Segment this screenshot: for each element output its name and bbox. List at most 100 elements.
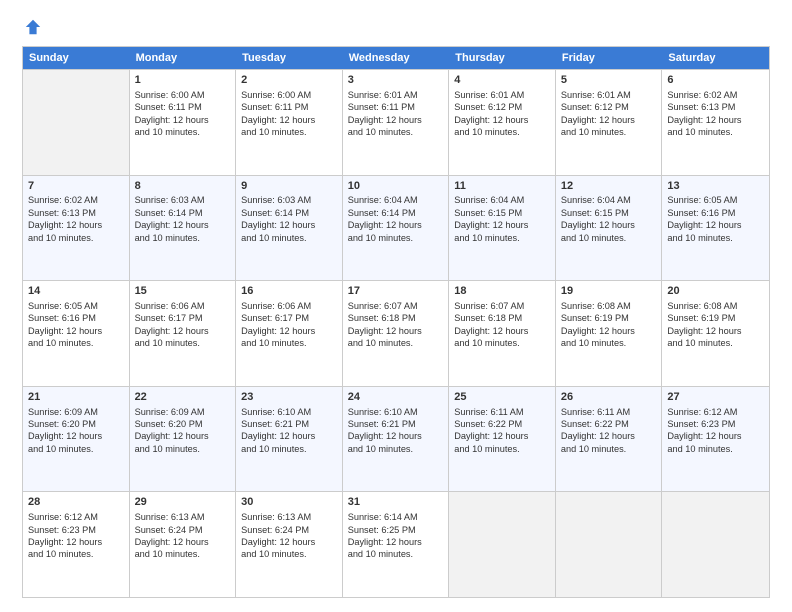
sunset-label: Sunset: 6:13 PM	[28, 208, 96, 218]
daylight-label: Daylight: 12 hours	[348, 220, 422, 230]
daylight-label: Daylight: 12 hours	[135, 115, 209, 125]
day-cell-21: 21 Sunrise: 6:09 AM Sunset: 6:20 PM Dayl…	[23, 387, 130, 492]
sunset-label: Sunset: 6:12 PM	[561, 102, 629, 112]
empty-cell	[23, 70, 130, 175]
daylight-minutes: and 10 minutes.	[241, 127, 306, 137]
sunset-label: Sunset: 6:21 PM	[241, 419, 309, 429]
daylight-minutes: and 10 minutes.	[135, 127, 200, 137]
sunrise-label: Sunrise: 6:04 AM	[348, 195, 418, 205]
daylight-minutes: and 10 minutes.	[28, 233, 93, 243]
day-cell-16: 16 Sunrise: 6:06 AM Sunset: 6:17 PM Dayl…	[236, 281, 343, 386]
day-number: 8	[135, 179, 231, 194]
sunset-label: Sunset: 6:22 PM	[454, 419, 522, 429]
day-number: 3	[348, 73, 444, 88]
day-number: 12	[561, 179, 657, 194]
sunrise-label: Sunrise: 6:14 AM	[348, 512, 418, 522]
sunset-label: Sunset: 6:20 PM	[135, 419, 203, 429]
day-number: 21	[28, 390, 124, 405]
day-cell-30: 30 Sunrise: 6:13 AM Sunset: 6:24 PM Dayl…	[236, 492, 343, 597]
daylight-label: Daylight: 12 hours	[561, 326, 635, 336]
day-number: 19	[561, 284, 657, 299]
calendar-row-1: 1 Sunrise: 6:00 AM Sunset: 6:11 PM Dayli…	[23, 69, 769, 175]
sunset-label: Sunset: 6:12 PM	[454, 102, 522, 112]
sunset-label: Sunset: 6:13 PM	[667, 102, 735, 112]
sunrise-label: Sunrise: 6:03 AM	[135, 195, 205, 205]
calendar-row-5: 28 Sunrise: 6:12 AM Sunset: 6:23 PM Dayl…	[23, 491, 769, 597]
daylight-label: Daylight: 12 hours	[28, 537, 102, 547]
daylight-minutes: and 10 minutes.	[135, 549, 200, 559]
sunset-label: Sunset: 6:18 PM	[454, 313, 522, 323]
day-cell-18: 18 Sunrise: 6:07 AM Sunset: 6:18 PM Dayl…	[449, 281, 556, 386]
daylight-label: Daylight: 12 hours	[667, 115, 741, 125]
calendar-body: 1 Sunrise: 6:00 AM Sunset: 6:11 PM Dayli…	[23, 69, 769, 597]
sunrise-label: Sunrise: 6:08 AM	[667, 301, 737, 311]
header	[22, 18, 770, 36]
daylight-minutes: and 10 minutes.	[454, 338, 519, 348]
day-number: 20	[667, 284, 764, 299]
daylight-minutes: and 10 minutes.	[667, 127, 732, 137]
sunrise-label: Sunrise: 6:04 AM	[454, 195, 524, 205]
day-number: 2	[241, 73, 337, 88]
daylight-label: Daylight: 12 hours	[454, 431, 528, 441]
empty-cell	[662, 492, 769, 597]
sunrise-label: Sunrise: 6:10 AM	[348, 407, 418, 417]
calendar-header: SundayMondayTuesdayWednesdayThursdayFrid…	[23, 47, 769, 69]
sunset-label: Sunset: 6:11 PM	[241, 102, 308, 112]
daylight-minutes: and 10 minutes.	[135, 338, 200, 348]
daylight-minutes: and 10 minutes.	[561, 338, 626, 348]
day-number: 13	[667, 179, 764, 194]
daylight-label: Daylight: 12 hours	[561, 115, 635, 125]
daylight-label: Daylight: 12 hours	[241, 537, 315, 547]
day-cell-15: 15 Sunrise: 6:06 AM Sunset: 6:17 PM Dayl…	[130, 281, 237, 386]
day-number: 14	[28, 284, 124, 299]
day-cell-24: 24 Sunrise: 6:10 AM Sunset: 6:21 PM Dayl…	[343, 387, 450, 492]
daylight-minutes: and 10 minutes.	[348, 127, 413, 137]
day-number: 24	[348, 390, 444, 405]
day-number: 5	[561, 73, 657, 88]
day-number: 15	[135, 284, 231, 299]
empty-cell	[556, 492, 663, 597]
day-number: 17	[348, 284, 444, 299]
day-cell-13: 13 Sunrise: 6:05 AM Sunset: 6:16 PM Dayl…	[662, 176, 769, 281]
daylight-minutes: and 10 minutes.	[348, 549, 413, 559]
sunrise-label: Sunrise: 6:04 AM	[561, 195, 631, 205]
day-number: 23	[241, 390, 337, 405]
day-cell-6: 6 Sunrise: 6:02 AM Sunset: 6:13 PM Dayli…	[662, 70, 769, 175]
sunset-label: Sunset: 6:14 PM	[348, 208, 416, 218]
day-cell-20: 20 Sunrise: 6:08 AM Sunset: 6:19 PM Dayl…	[662, 281, 769, 386]
sunset-label: Sunset: 6:14 PM	[241, 208, 309, 218]
daylight-minutes: and 10 minutes.	[241, 233, 306, 243]
daylight-minutes: and 10 minutes.	[561, 127, 626, 137]
daylight-minutes: and 10 minutes.	[135, 444, 200, 454]
day-cell-7: 7 Sunrise: 6:02 AM Sunset: 6:13 PM Dayli…	[23, 176, 130, 281]
daylight-minutes: and 10 minutes.	[454, 444, 519, 454]
day-cell-12: 12 Sunrise: 6:04 AM Sunset: 6:15 PM Dayl…	[556, 176, 663, 281]
daylight-label: Daylight: 12 hours	[135, 537, 209, 547]
sunrise-label: Sunrise: 6:01 AM	[348, 90, 418, 100]
sunrise-label: Sunrise: 6:11 AM	[454, 407, 523, 417]
daylight-label: Daylight: 12 hours	[241, 115, 315, 125]
day-cell-28: 28 Sunrise: 6:12 AM Sunset: 6:23 PM Dayl…	[23, 492, 130, 597]
sunrise-label: Sunrise: 6:12 AM	[667, 407, 737, 417]
daylight-label: Daylight: 12 hours	[454, 326, 528, 336]
daylight-minutes: and 10 minutes.	[241, 338, 306, 348]
daylight-label: Daylight: 12 hours	[28, 220, 102, 230]
daylight-minutes: and 10 minutes.	[454, 127, 519, 137]
daylight-minutes: and 10 minutes.	[348, 444, 413, 454]
daylight-label: Daylight: 12 hours	[454, 115, 528, 125]
daylight-minutes: and 10 minutes.	[561, 233, 626, 243]
sunset-label: Sunset: 6:21 PM	[348, 419, 416, 429]
day-cell-31: 31 Sunrise: 6:14 AM Sunset: 6:25 PM Dayl…	[343, 492, 450, 597]
day-header-wednesday: Wednesday	[343, 47, 450, 69]
sunrise-label: Sunrise: 6:08 AM	[561, 301, 631, 311]
day-number: 1	[135, 73, 231, 88]
day-cell-5: 5 Sunrise: 6:01 AM Sunset: 6:12 PM Dayli…	[556, 70, 663, 175]
sunrise-label: Sunrise: 6:00 AM	[241, 90, 311, 100]
day-cell-3: 3 Sunrise: 6:01 AM Sunset: 6:11 PM Dayli…	[343, 70, 450, 175]
sunrise-label: Sunrise: 6:05 AM	[667, 195, 737, 205]
daylight-label: Daylight: 12 hours	[135, 220, 209, 230]
day-header-monday: Monday	[130, 47, 237, 69]
sunrise-label: Sunrise: 6:02 AM	[667, 90, 737, 100]
sunset-label: Sunset: 6:19 PM	[667, 313, 735, 323]
daylight-label: Daylight: 12 hours	[135, 326, 209, 336]
